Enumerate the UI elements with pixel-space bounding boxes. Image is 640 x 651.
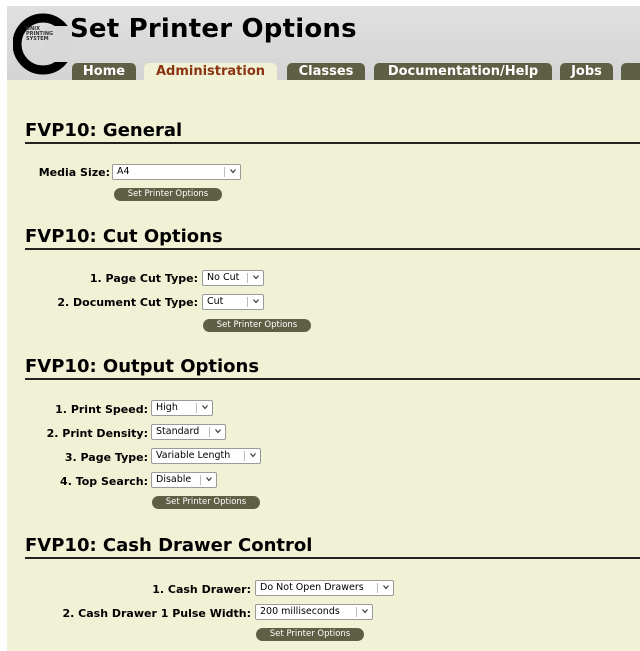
select-separator [247,273,248,283]
chevron-down-icon [253,299,259,304]
cash-drawer-label: 1. Cash Drawer: [152,583,251,596]
logo-text: UNIX PRINTING SYSTEM [26,26,54,42]
pulse-width-label: 2. Cash Drawer 1 Pulse Width: [62,607,251,620]
chevron-down-icon [202,405,208,410]
chevron-down-icon [206,477,212,482]
media-size-value: A4 [117,166,130,177]
page-header: UNIX PRINTING SYSTEM Set Printer Options… [7,6,640,80]
print-speed-label: 1. Print Speed: [55,403,148,416]
print-density-select[interactable]: Standard [151,424,226,440]
print-density-label: 2. Print Density: [46,427,148,440]
tab-administration[interactable]: Administration [144,63,277,80]
print-speed-select[interactable]: High [151,400,213,416]
pulse-width-value: 200 milliseconds [260,606,340,617]
document-cut-type-select[interactable]: Cut [202,294,264,310]
set-printer-options-button-general[interactable]: Set Printer Options [114,188,222,201]
chevron-down-icon [383,585,389,590]
page-type-label: 3. Page Type: [64,451,148,464]
tab-partial[interactable] [621,63,640,80]
tab-classes[interactable]: Classes [287,63,365,80]
tab-bar: Home Administration Classes Documentatio… [7,63,640,80]
chevron-down-icon [215,429,221,434]
media-size-select[interactable]: A4 [112,164,241,180]
select-separator [224,167,225,177]
tab-home[interactable]: Home [72,63,136,80]
set-printer-options-button-cash[interactable]: Set Printer Options [256,628,364,641]
top-search-label: 4. Top Search: [60,475,148,488]
document-cut-type-label: 2. Document Cut Type: [57,296,198,309]
page-cut-type-value: No Cut [207,272,240,283]
section-divider [25,248,640,250]
cash-drawer-select[interactable]: Do Not Open Drawers [255,580,394,596]
select-separator [200,475,201,485]
page-title: Set Printer Options [70,14,357,44]
media-size-label: Media Size: [38,166,110,179]
cash-drawer-value: Do Not Open Drawers [260,582,364,593]
select-separator [356,607,357,617]
section-title-output-options: FVP10: Output Options [25,356,260,377]
cups-page: UNIX PRINTING SYSTEM Set Printer Options… [7,6,640,651]
tab-jobs[interactable]: Jobs [560,63,613,80]
set-printer-options-button-output[interactable]: Set Printer Options [152,496,260,509]
section-divider [25,557,640,559]
chevron-down-icon [230,169,236,174]
print-speed-value: High [156,402,178,413]
select-separator [209,427,210,437]
chevron-down-icon [250,453,256,458]
top-search-select[interactable]: Disable [151,472,217,488]
section-title-cash-drawer-control: FVP10: Cash Drawer Control [25,535,313,556]
tab-documentation-help[interactable]: Documentation/Help [374,63,552,80]
chevron-down-icon [253,275,259,280]
section-title-cut-options: FVP10: Cut Options [25,226,223,247]
page-cut-type-select[interactable]: No Cut [202,270,264,286]
select-separator [244,451,245,461]
chevron-down-icon [362,609,368,614]
page-type-select[interactable]: Variable Length [151,448,261,464]
section-divider [25,378,640,380]
top-search-value: Disable [156,474,192,485]
section-divider [25,142,640,144]
page-type-value: Variable Length [156,450,231,461]
print-density-value: Standard [156,426,200,437]
page-cut-type-label: 1. Page Cut Type: [89,272,198,285]
section-title-general: FVP10: General [25,120,183,141]
select-separator [377,583,378,593]
document-cut-type-value: Cut [207,296,224,307]
select-separator [247,297,248,307]
set-printer-options-button-cut[interactable]: Set Printer Options [203,319,311,332]
pulse-width-select[interactable]: 200 milliseconds [255,604,373,620]
select-separator [196,403,197,413]
